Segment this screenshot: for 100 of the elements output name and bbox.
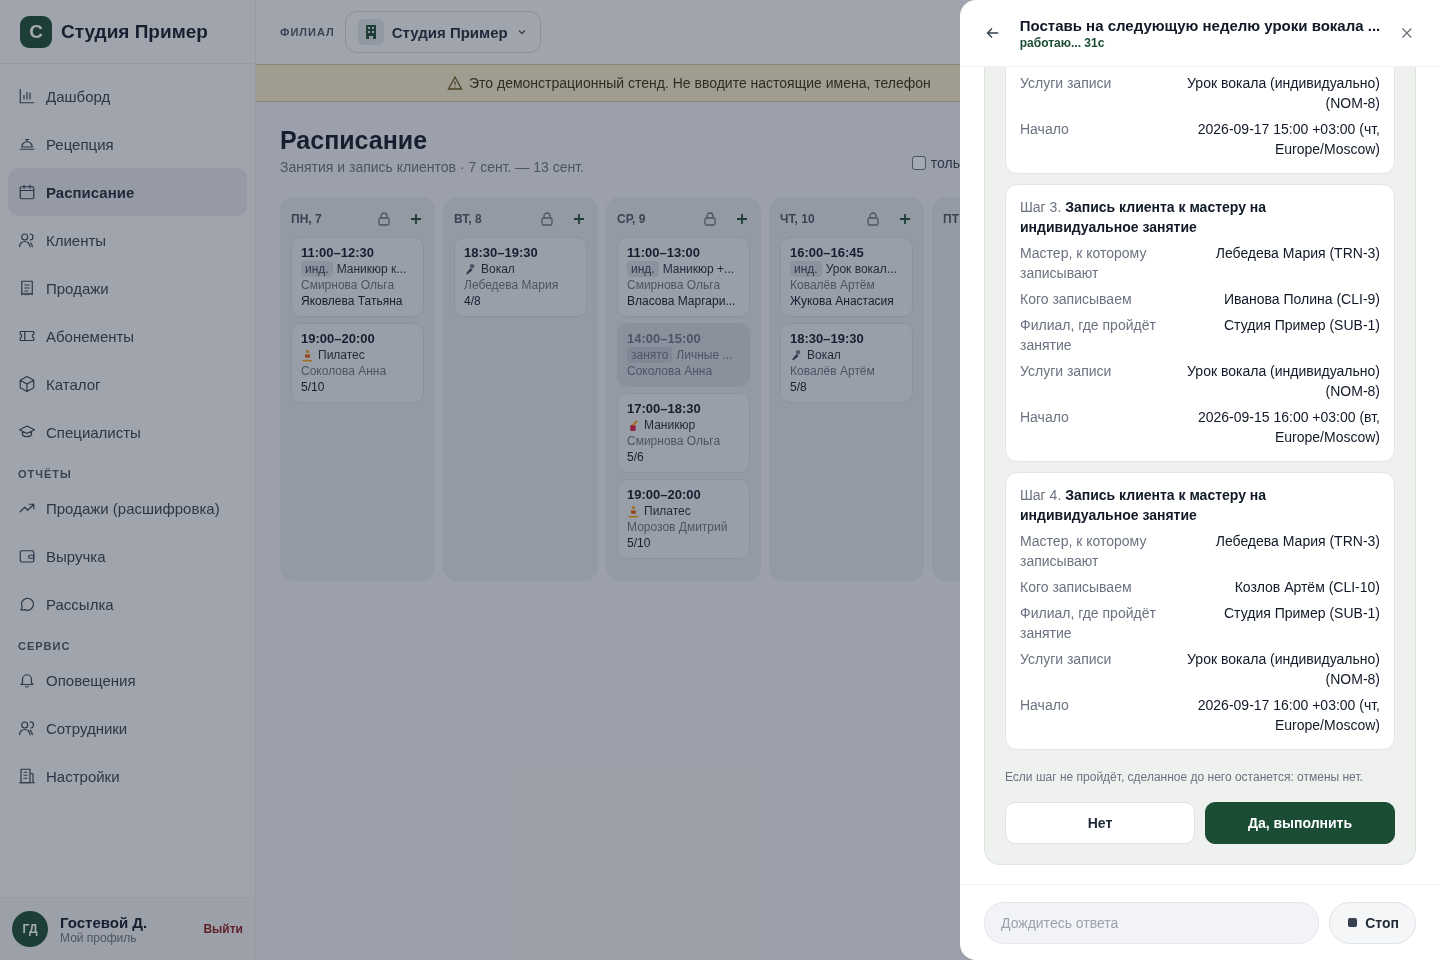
user-name: Гостевой Д. <box>60 913 149 931</box>
event-tag: инд. <box>301 261 333 277</box>
field-label: Кого записываем <box>1020 290 1133 309</box>
field-value: 2026-09-17 15:00 +03:00 (чт, Europe/Moscow) <box>1196 120 1380 159</box>
box-icon <box>18 375 36 393</box>
event-trainer: Ковалёв Артём <box>790 277 876 293</box>
field-value: Урок вокала (индивидуально) (NOM-8) <box>1186 650 1380 689</box>
event-trainer: Смирнова Ольга <box>627 277 722 293</box>
team-icon <box>18 719 36 737</box>
building-icon <box>357 19 384 45</box>
day-label: ПТ <box>943 212 960 226</box>
logo-badge: С <box>20 15 52 48</box>
event-card[interactable]: 11:00–13:00 инд. Маникюр +... Смирнова Ольга Власова Маргари... <box>617 237 750 317</box>
nav-item[interactable]: Абонементы <box>8 312 247 360</box>
field-value: Иванова Полина (CLI-9) <box>1222 290 1380 309</box>
confirm-button[interactable]: Да, выполнить <box>1205 802 1395 844</box>
nav-item[interactable]: Специалисты <box>8 408 247 456</box>
stop-button[interactable]: Стоп <box>1329 901 1416 944</box>
event-detail: 5/10 <box>301 379 326 395</box>
nav-item[interactable]: Рецепция <box>8 120 247 168</box>
warning-note: Если шаг не пройдёт, сделанное до него останется: отмены нет. <box>1005 770 1364 784</box>
event-title: Вокал <box>481 261 515 277</box>
field-value: Студия Пример (SUB-1) <box>1223 316 1380 335</box>
nav-item[interactable]: Оповещения <box>8 656 247 704</box>
step-title: Шаг 3. Запись клиента к мастеру на индивидуальное занятие <box>1020 198 1268 237</box>
field-label: Услуги записи <box>1020 74 1113 93</box>
nav-item[interactable]: Рассылка <box>8 580 247 628</box>
event-card[interactable]: 18:30–19:30 Вокал Лебедева Мария 4/8 <box>454 237 587 317</box>
day-label: ЧТ, 10 <box>780 212 816 226</box>
nail-polish-icon <box>627 418 640 432</box>
field-value: 2026-09-15 16:00 +03:00 (вт, Europe/Moscow) <box>1196 408 1380 447</box>
field-label: Начало <box>1020 120 1070 139</box>
drawer-title: Поставь на следующую неделю уроки вокала ... <box>1019 16 1381 34</box>
nav-item[interactable]: Каталог <box>8 360 247 408</box>
lock-icon[interactable] <box>539 211 555 227</box>
day-label: ПН, 7 <box>291 212 323 226</box>
nav-item[interactable]: Сотрудники <box>8 704 247 752</box>
add-icon[interactable] <box>571 211 587 227</box>
stop-icon <box>1348 918 1358 927</box>
meditating-person-icon <box>627 504 640 518</box>
field-label: Филиал, где пройдёт занятие <box>1020 604 1157 643</box>
cancel-button[interactable]: Нет <box>1005 802 1195 844</box>
event-time: 18:30–19:30 <box>464 245 539 261</box>
nav-item[interactable]: Клиенты <box>8 216 247 264</box>
event-time: 19:00–20:00 <box>627 487 702 503</box>
lock-icon[interactable] <box>376 211 392 227</box>
event-detail: Власова Маргари... <box>627 293 737 309</box>
nav-item[interactable]: Продажи (расшифровка) <box>8 484 247 532</box>
lock-icon[interactable] <box>865 211 881 227</box>
event-trainer: Соколова Анна <box>301 363 388 379</box>
field-label: Филиал, где пройдёт занятие <box>1020 316 1157 355</box>
branch-select[interactable]: Студия Пример <box>344 11 541 53</box>
bell-icon <box>18 671 36 689</box>
event-card[interactable]: 16:00–16:45 инд. Урок вокал... Ковалёв Артём Жукова Анастасия <box>780 237 913 317</box>
branch-label: ФИЛИАЛ <box>280 26 335 38</box>
checkbox[interactable] <box>911 156 926 170</box>
profile-link[interactable]: Мой профиль <box>60 930 192 945</box>
lock-icon[interactable] <box>702 211 718 227</box>
nav-item[interactable]: Выручка <box>8 532 247 580</box>
field-value: 2026-09-17 16:00 +03:00 (чт, Europe/Moscow) <box>1196 696 1380 735</box>
building-icon <box>18 767 36 785</box>
calendar-icon <box>18 183 36 201</box>
banner-text: Это демонстрационный стенд. Не вводите настоящие имена, телефон <box>469 75 931 91</box>
event-card[interactable]: 19:00–20:00 Пилатес Соколова Анна 5/10 <box>291 323 424 403</box>
event-title: Урок вокал... <box>825 261 897 277</box>
event-card[interactable]: 18:30–19:30 Вокал Ковалёв Артём 5/8 <box>780 323 913 403</box>
event-card[interactable]: 11:00–12:30 инд. Маникюр к... Смирнова Ольга Яковлева Татьяна <box>291 237 424 317</box>
event-time: 14:00–15:00 <box>627 331 702 347</box>
event-tag: инд. <box>627 261 659 277</box>
event-trainer: Морозов Дмитрий <box>627 519 729 535</box>
field-label: Услуги записи <box>1020 650 1113 669</box>
users-icon <box>18 231 36 249</box>
event-card[interactable]: 19:00–20:00 Пилатес Морозов Дмитрий 5/10 <box>617 479 750 559</box>
logout-link[interactable]: Выйти <box>203 922 243 936</box>
event-trainer: Смирнова Ольга <box>301 277 396 293</box>
event-time: 16:00–16:45 <box>790 245 865 261</box>
nav-item[interactable]: Расписание <box>8 168 247 216</box>
nav-item[interactable]: Продажи <box>8 264 247 312</box>
event-time: 18:30–19:30 <box>790 331 865 347</box>
add-icon[interactable] <box>897 211 913 227</box>
add-icon[interactable] <box>408 211 424 227</box>
event-trainer: Ковалёв Артём <box>790 363 876 379</box>
field-value: Козлов Артём (CLI-10) <box>1233 578 1380 597</box>
warning-icon <box>447 75 463 91</box>
nav-item[interactable]: Дашборд <box>8 72 247 120</box>
chart-icon <box>18 87 36 105</box>
microphone-icon <box>464 262 477 276</box>
event-time: 11:00–12:30 <box>301 245 375 261</box>
receipt-icon <box>18 279 36 297</box>
field-value: Урок вокала (индивидуально) (NOM-8) <box>1186 74 1380 113</box>
field-label: Начало <box>1020 696 1070 715</box>
event-card[interactable]: 17:00–18:30 Маникюр Смирнова Ольга 5/6 <box>617 393 750 473</box>
page-title: Расписание <box>280 126 429 155</box>
event-detail: 5/6 <box>627 449 645 465</box>
event-detail: 4/8 <box>464 293 482 309</box>
nav-item[interactable]: Настройки <box>8 752 247 800</box>
event-tag: инд. <box>790 261 822 277</box>
event-trainer: Смирнова Ольга <box>627 433 722 449</box>
event-detail: Яковлева Татьяна <box>301 293 404 309</box>
add-icon[interactable] <box>734 211 750 227</box>
